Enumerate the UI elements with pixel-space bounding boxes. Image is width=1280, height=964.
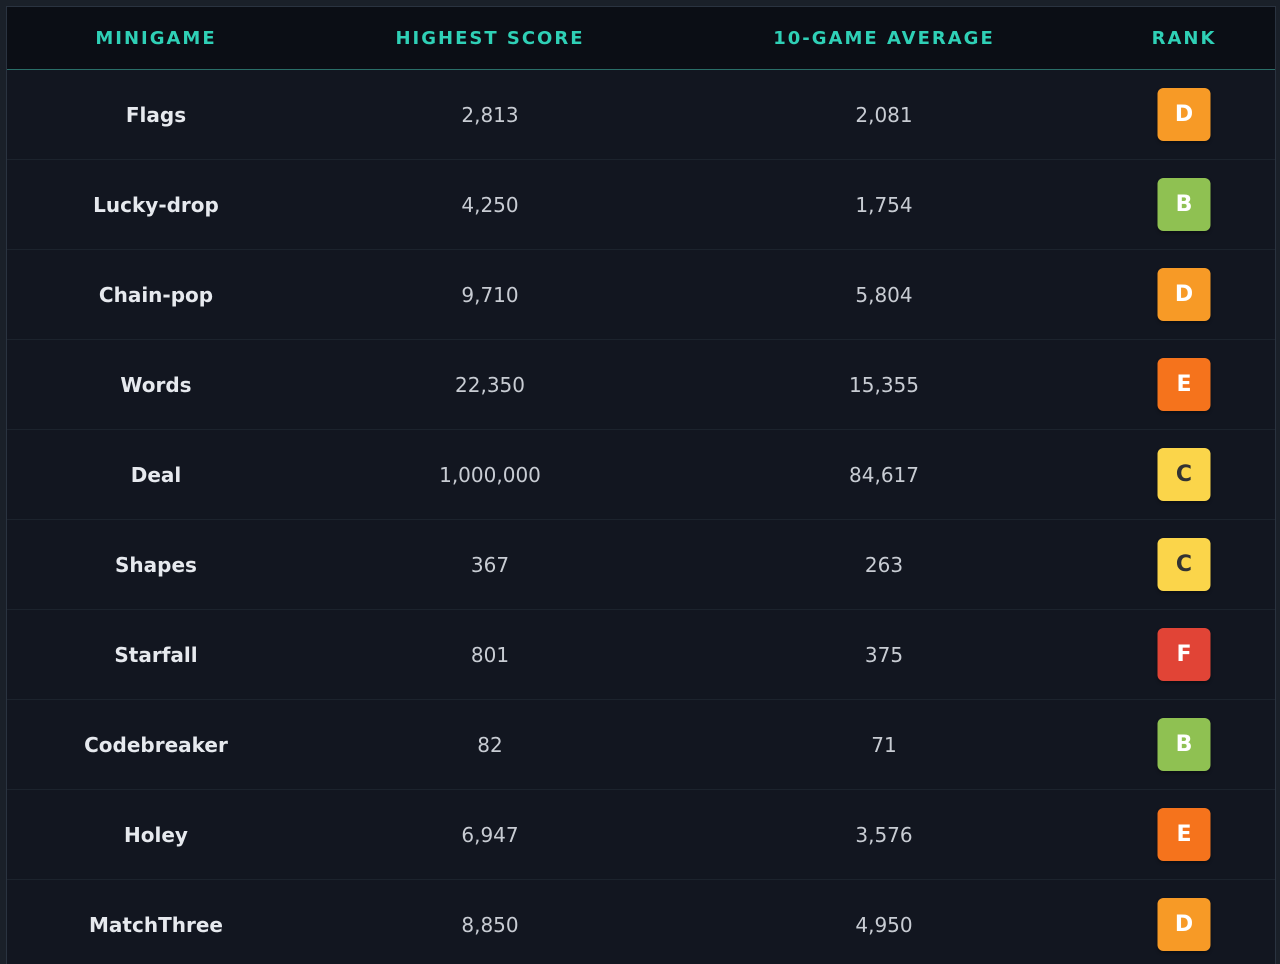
ten-game-average: 1,754 (855, 192, 913, 217)
minigame-name: Holey (124, 822, 188, 847)
rank-badge: F (1157, 628, 1211, 681)
rank-badge: D (1157, 88, 1211, 141)
rank-badge: D (1157, 898, 1211, 951)
highest-score: 9,710 (461, 282, 519, 307)
minigame-name: Chain-pop (98, 282, 214, 307)
highest-score: 801 (470, 642, 510, 667)
ten-game-average: 4,950 (855, 912, 913, 937)
table-body: Flags 2,813 2,081 D Lucky-drop 4,250 1,7… (7, 70, 1275, 964)
rank-badge: B (1157, 178, 1211, 231)
minigame-name: Words (120, 372, 192, 397)
minigame-name: Shapes (115, 552, 197, 577)
highest-score: 367 (470, 552, 510, 577)
table-row[interactable]: Chain-pop 9,710 5,804 D (7, 250, 1275, 340)
highest-score: 2,813 (461, 102, 519, 127)
highest-score: 4,250 (461, 192, 519, 217)
rank-badge: E (1157, 808, 1211, 861)
minigame-name: Starfall (114, 642, 198, 667)
ten-game-average: 5,804 (855, 282, 913, 307)
table-row[interactable]: Starfall 801 375 F (7, 610, 1275, 700)
rank-badge: C (1157, 538, 1211, 591)
table-row[interactable]: Holey 6,947 3,576 E (7, 790, 1275, 880)
table-row[interactable]: Lucky-drop 4,250 1,754 B (7, 160, 1275, 250)
rank-badge: E (1157, 358, 1211, 411)
table-row[interactable]: Shapes 367 263 C (7, 520, 1275, 610)
highest-score: 82 (477, 732, 503, 757)
table-row[interactable]: Codebreaker 82 71 B (7, 700, 1275, 790)
ten-game-average: 2,081 (855, 102, 913, 127)
header-rank[interactable]: RANK (1152, 7, 1217, 69)
ten-game-average: 375 (864, 642, 904, 667)
ten-game-average: 15,355 (849, 372, 919, 397)
table-row[interactable]: Words 22,350 15,355 E (7, 340, 1275, 430)
minigame-name: Codebreaker (84, 732, 228, 757)
minigame-name: Deal (130, 462, 182, 487)
ten-game-average: 84,617 (849, 462, 919, 487)
table-row[interactable]: Deal 1,000,000 84,617 C (7, 430, 1275, 520)
rank-badge: C (1157, 448, 1211, 501)
minigame-name: MatchThree (89, 912, 223, 937)
highest-score: 1,000,000 (439, 462, 541, 487)
rank-badge: D (1157, 268, 1211, 321)
rank-badge: B (1157, 718, 1211, 771)
highest-score: 8,850 (461, 912, 519, 937)
header-ten-game-average[interactable]: 10-GAME AVERAGE (773, 7, 995, 69)
highest-score: 22,350 (455, 372, 525, 397)
ten-game-average: 263 (864, 552, 904, 577)
scores-table: MINIGAME HIGHEST SCORE 10-GAME AVERAGE R… (6, 6, 1276, 964)
minigame-name: Flags (125, 102, 187, 127)
table-row[interactable]: MatchThree 8,850 4,950 D (7, 880, 1275, 964)
header-highest-score[interactable]: HIGHEST SCORE (395, 7, 584, 69)
header-minigame[interactable]: MINIGAME (95, 7, 216, 69)
ten-game-average: 71 (871, 732, 897, 757)
highest-score: 6,947 (461, 822, 519, 847)
ten-game-average: 3,576 (855, 822, 913, 847)
minigame-name: Lucky-drop (93, 192, 219, 217)
table-header: MINIGAME HIGHEST SCORE 10-GAME AVERAGE R… (7, 7, 1275, 70)
table-row[interactable]: Flags 2,813 2,081 D (7, 70, 1275, 160)
